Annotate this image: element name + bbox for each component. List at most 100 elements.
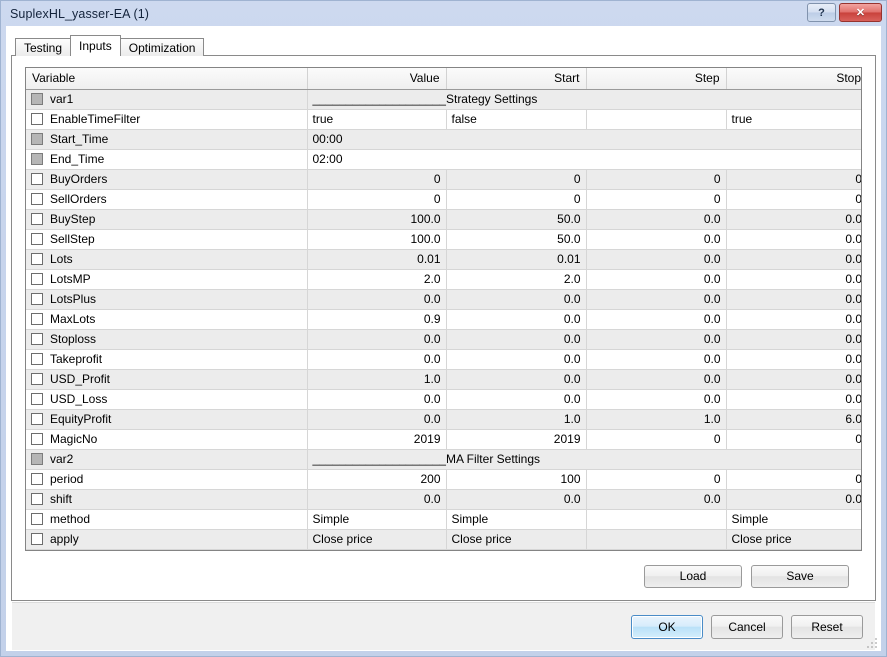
cell-value[interactable]: 0.0: [307, 289, 447, 310]
help-button[interactable]: ?: [807, 3, 836, 22]
cell-value[interactable]: 100.0: [307, 209, 447, 230]
checkbox-icon[interactable]: [31, 373, 43, 385]
cell-value[interactable]: 0.0: [307, 409, 447, 430]
table-row[interactable]: BuyStep 100.0 50.0 0.0 0.0: [26, 209, 861, 230]
tab-inputs[interactable]: Inputs: [70, 35, 121, 56]
cell-start[interactable]: 100: [446, 469, 587, 490]
cell-stop[interactable]: 0.0: [726, 329, 861, 350]
cell-value[interactable]: 0.01: [307, 249, 447, 270]
cell-value[interactable]: 200: [307, 469, 447, 490]
cell-step[interactable]: 0: [586, 189, 727, 210]
cell-start[interactable]: 0.0: [446, 389, 587, 410]
checkbox-icon[interactable]: [31, 113, 43, 125]
cell-value[interactable]: 0.0: [307, 489, 447, 510]
table-row[interactable]: End_Time 02:00: [26, 149, 861, 170]
table-row[interactable]: Start_Time 00:00: [26, 129, 861, 150]
cell-start[interactable]: Close price: [446, 529, 587, 550]
cell-stop[interactable]: 0.0: [726, 349, 861, 370]
cell-start[interactable]: 0.0: [446, 289, 587, 310]
cell-start[interactable]: 2019: [446, 429, 587, 450]
checkbox-icon[interactable]: [31, 413, 43, 425]
table-row[interactable]: var1 ____________________Strategy Setting…: [26, 89, 861, 110]
cell-stop[interactable]: 6.0: [726, 409, 861, 430]
table-row[interactable]: var2 ____________________MA Filter Settin…: [26, 449, 861, 470]
cell-start[interactable]: 0.0: [446, 329, 587, 350]
table-row[interactable]: Lots 0.01 0.01 0.0 0.0: [26, 249, 861, 270]
column-header-stop[interactable]: Stop: [726, 68, 861, 90]
cell-stop[interactable]: 0.0: [726, 489, 861, 510]
close-button[interactable]: ✕: [839, 3, 882, 22]
column-header-variable[interactable]: Variable: [26, 68, 308, 90]
cell-stop[interactable]: 0.0: [726, 289, 861, 310]
table-row[interactable]: MaxLots 0.9 0.0 0.0 0.0: [26, 309, 861, 330]
cell-step[interactable]: 0.0: [586, 289, 727, 310]
checkbox-icon[interactable]: [31, 153, 43, 165]
cell-stop[interactable]: 0: [726, 469, 861, 490]
save-button[interactable]: Save: [751, 564, 849, 588]
table-row[interactable]: method Simple Simple Simple: [26, 509, 861, 530]
table-row[interactable]: Stoploss 0.0 0.0 0.0 0.0: [26, 329, 861, 350]
cell-stop[interactable]: 0.0: [726, 249, 861, 270]
cell-step[interactable]: 0.0: [586, 209, 727, 230]
table-row[interactable]: LotsMP 2.0 2.0 0.0 0.0: [26, 269, 861, 290]
table-row[interactable]: SellStep 100.0 50.0 0.0 0.0: [26, 229, 861, 250]
cell-step[interactable]: 0: [586, 169, 727, 190]
table-row[interactable]: LotsPlus 0.0 0.0 0.0 0.0: [26, 289, 861, 310]
cell-value[interactable]: 0.0: [307, 349, 447, 370]
checkbox-icon[interactable]: [31, 293, 43, 305]
cell-step[interactable]: 0.0: [586, 229, 727, 250]
cell-stop[interactable]: true: [726, 109, 861, 130]
cell-value[interactable]: 100.0: [307, 229, 447, 250]
column-header-step[interactable]: Step: [586, 68, 727, 90]
cell-start[interactable]: 50.0: [446, 229, 587, 250]
cell-step[interactable]: 0: [586, 429, 727, 450]
checkbox-icon[interactable]: [31, 433, 43, 445]
checkbox-icon[interactable]: [31, 233, 43, 245]
cell-value[interactable]: 0.0: [307, 329, 447, 350]
column-header-value[interactable]: Value: [307, 68, 447, 90]
cell-start[interactable]: 0.01: [446, 249, 587, 270]
column-header-start[interactable]: Start: [446, 68, 587, 90]
checkbox-icon[interactable]: [31, 133, 43, 145]
cell-step[interactable]: [586, 509, 727, 530]
cell-start[interactable]: 0: [446, 169, 587, 190]
resize-grip[interactable]: [865, 636, 877, 648]
cell-stop[interactable]: 0.0: [726, 389, 861, 410]
table-row[interactable]: shift 0.0 0.0 0.0 0.0: [26, 489, 861, 510]
cell-step[interactable]: 0.0: [586, 489, 727, 510]
ok-button[interactable]: OK: [631, 614, 703, 639]
cell-start[interactable]: false: [446, 109, 587, 130]
checkbox-icon[interactable]: [31, 513, 43, 525]
cell-value[interactable]: 0.0: [307, 389, 447, 410]
cell-value[interactable]: 1.0: [307, 369, 447, 390]
checkbox-icon[interactable]: [31, 453, 43, 465]
cell-stop[interactable]: 0.0: [726, 309, 861, 330]
cell-step[interactable]: 0.0: [586, 389, 727, 410]
checkbox-icon[interactable]: [31, 533, 43, 545]
cell-step[interactable]: 0.0: [586, 369, 727, 390]
checkbox-icon[interactable]: [31, 173, 43, 185]
cell-start[interactable]: 1.0: [446, 409, 587, 430]
cell-step[interactable]: 0.0: [586, 329, 727, 350]
table-row[interactable]: USD_Loss 0.0 0.0 0.0 0.0: [26, 389, 861, 410]
cell-step[interactable]: 0.0: [586, 349, 727, 370]
cell-value[interactable]: 2019: [307, 429, 447, 450]
load-button[interactable]: Load: [644, 564, 742, 588]
cancel-button[interactable]: Cancel: [711, 614, 783, 639]
tab-testing[interactable]: Testing: [15, 38, 72, 56]
cell-value[interactable]: true: [307, 109, 447, 130]
checkbox-icon[interactable]: [31, 193, 43, 205]
cell-start[interactable]: 0: [446, 189, 587, 210]
table-row[interactable]: EquityProfit 0.0 1.0 1.0 6.0: [26, 409, 861, 430]
cell-start[interactable]: Simple: [446, 509, 587, 530]
cell-start[interactable]: 0.0: [446, 369, 587, 390]
checkbox-icon[interactable]: [31, 473, 43, 485]
table-row[interactable]: Takeprofit 0.0 0.0 0.0 0.0: [26, 349, 861, 370]
cell-stop[interactable]: 0: [726, 169, 861, 190]
table-row[interactable]: MagicNo 2019 2019 0 0: [26, 429, 861, 450]
cell-stop[interactable]: 0.0: [726, 229, 861, 250]
checkbox-icon[interactable]: [31, 253, 43, 265]
cell-start[interactable]: 0.0: [446, 349, 587, 370]
cell-stop[interactable]: 0.0: [726, 269, 861, 290]
table-row[interactable]: period 200 100 0 0: [26, 469, 861, 490]
